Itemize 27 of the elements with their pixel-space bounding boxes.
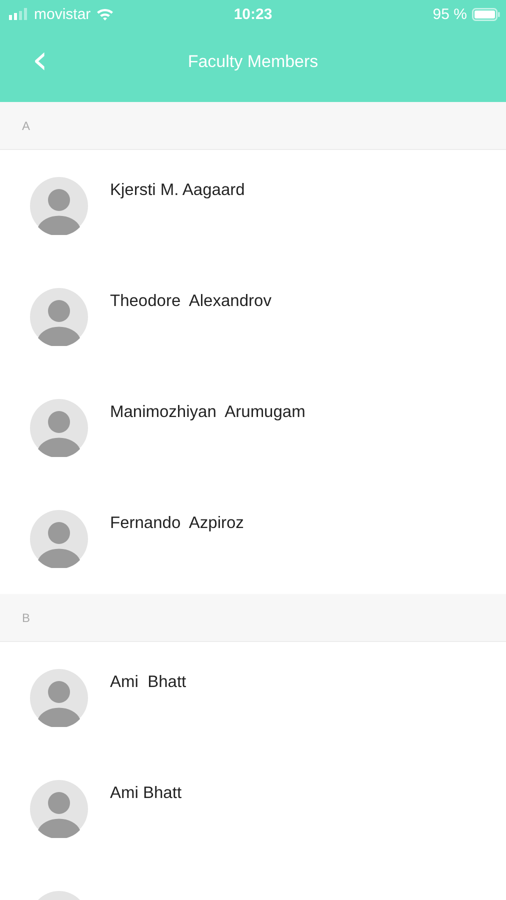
member-name: Ami Bhatt xyxy=(110,673,186,692)
battery-percent: 95 % xyxy=(432,6,467,22)
avatar-icon xyxy=(30,288,88,346)
carrier-name: movistar xyxy=(34,6,91,22)
wifi-icon xyxy=(96,7,114,21)
avatar-icon xyxy=(30,176,88,234)
faculty-list-item[interactable]: Manimozhiyan Arumugam xyxy=(0,372,506,483)
avatar-icon xyxy=(30,510,88,568)
faculty-list-item[interactable]: Ami Bhatt xyxy=(0,753,506,864)
section-letter: B xyxy=(22,610,30,624)
avatar-icon xyxy=(30,780,88,838)
battery-icon xyxy=(472,8,500,20)
avatar-icon xyxy=(30,668,88,726)
faculty-list-item[interactable]: Theodore Alexandrov xyxy=(0,261,506,372)
member-name: Theodore Alexandrov xyxy=(110,292,272,311)
faculty-list-item[interactable]: Kjersti M. Aagaard xyxy=(0,150,506,261)
status-time: 10:23 xyxy=(232,6,274,22)
signal-icon xyxy=(9,8,29,20)
faculty-list-item[interactable]: Ami Bhatt xyxy=(0,642,506,753)
section-letter: A xyxy=(22,118,30,132)
member-name: Manimozhiyan Arumugam xyxy=(110,403,306,422)
avatar-icon xyxy=(30,398,88,456)
member-name: Ami Bhatt xyxy=(110,784,182,803)
member-name: Kjersti M. Aagaard xyxy=(110,181,245,200)
faculty-list-item[interactable]: Fernando Azpiroz xyxy=(0,483,506,594)
member-name: Fernando Azpiroz xyxy=(110,514,244,533)
screen-title: Faculty Members xyxy=(186,52,320,72)
